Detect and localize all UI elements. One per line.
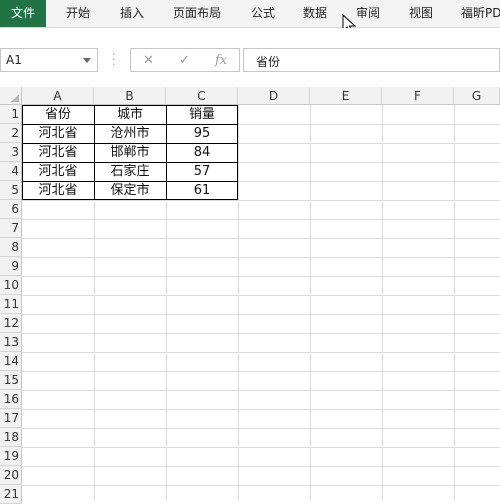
row-header-15[interactable]: 15 [0,371,22,390]
vertical-dots-icon[interactable]: · · · [112,49,116,70]
gridline [22,295,500,296]
gridline [22,352,500,353]
gridline [22,200,500,201]
row-header-5[interactable]: 5 [0,181,22,200]
column-header-e[interactable]: E [310,87,382,105]
tab-view[interactable]: 视图 [409,0,433,27]
cell-a1[interactable]: 省份 [22,105,94,124]
gridline [22,466,500,467]
row-header-17[interactable]: 17 [0,409,22,428]
select-all-corner[interactable] [0,87,22,105]
cancel-icon[interactable]: ✕ [143,53,154,68]
row-header-6[interactable]: 6 [0,200,22,219]
tab-home[interactable]: 开始 [66,0,90,27]
cell-c5[interactable]: 61 [166,181,238,200]
cell-b2[interactable]: 沧州市 [94,124,166,143]
column-header-b[interactable]: B [94,87,166,105]
row-header-18[interactable]: 18 [0,428,22,447]
ribbon-tab-bar: 文件 开始 插入 页面布局 公式 数据 审阅 视图 福昕PD [0,0,500,28]
row-header-13[interactable]: 13 [0,333,22,352]
tab-foxit-pdf[interactable]: 福昕PD [461,0,500,27]
row-header-2[interactable]: 2 [0,124,22,143]
formula-content: 省份 [256,55,281,69]
cell-a4[interactable]: 河北省 [22,162,94,181]
row-header-3[interactable]: 3 [0,143,22,162]
row-header-8[interactable]: 8 [0,238,22,257]
column-header-a[interactable]: A [22,87,94,105]
insert-function-icon[interactable]: fx [215,53,227,68]
tab-insert[interactable]: 插入 [120,0,144,27]
gridline [22,390,500,391]
row-header-7[interactable]: 7 [0,219,22,238]
column-header-g[interactable]: G [454,87,500,105]
tab-formulas[interactable]: 公式 [251,0,275,27]
column-header-f[interactable]: F [382,87,454,105]
formula-buttons: ✕ ✓ fx [130,48,240,72]
tab-file[interactable]: 文件 [0,0,46,27]
gridline [22,257,500,258]
row-header-21[interactable]: 21 [0,485,22,504]
row-header-14[interactable]: 14 [0,352,22,371]
cell-c3[interactable]: 84 [166,143,238,162]
gridline [22,314,500,315]
column-header-d[interactable]: D [238,87,310,105]
cell-b4[interactable]: 石家庄 [94,162,166,181]
chevron-down-icon[interactable] [83,58,91,63]
row-header-10[interactable]: 10 [0,276,22,295]
row-header-9[interactable]: 9 [0,257,22,276]
row-header-20[interactable]: 20 [0,466,22,485]
tab-review[interactable]: 审阅 [356,0,380,27]
row-header-4[interactable]: 4 [0,162,22,181]
row-header-11[interactable]: 11 [0,295,22,314]
formula-input[interactable]: 省份 [243,48,500,72]
gridline [22,485,500,486]
tab-data[interactable]: 数据 [303,0,327,27]
gridline [22,333,500,334]
gridline [454,105,455,500]
row-header-12[interactable]: 12 [0,314,22,333]
gridline [22,219,500,220]
column-header-c[interactable]: C [166,87,238,105]
gridline [310,105,311,500]
cell-b5[interactable]: 保定市 [94,181,166,200]
gridline [22,409,500,410]
gridline [382,105,383,500]
gridline [22,447,500,448]
row-header-19[interactable]: 19 [0,447,22,466]
cell-b1[interactable]: 城市 [94,105,166,124]
gridline [238,105,239,500]
gridline [22,238,500,239]
gridline [22,371,500,372]
cell-a2[interactable]: 河北省 [22,124,94,143]
cell-c1[interactable]: 销量 [166,105,238,124]
tab-page-layout[interactable]: 页面布局 [173,0,221,27]
cell-a5[interactable]: 河北省 [22,181,94,200]
row-header-16[interactable]: 16 [0,390,22,409]
cell-a3[interactable]: 河北省 [22,143,94,162]
select-all-triangle-icon [11,94,19,102]
name-box[interactable]: A1 [0,48,98,72]
cell-c4[interactable]: 57 [166,162,238,181]
gridline [22,428,500,429]
row-header-1[interactable]: 1 [0,105,22,124]
enter-check-icon[interactable]: ✓ [179,53,190,68]
cell-b3[interactable]: 邯郸市 [94,143,166,162]
name-box-value: A1 [6,53,22,67]
cell-c2[interactable]: 95 [166,124,238,143]
gridline [22,276,500,277]
